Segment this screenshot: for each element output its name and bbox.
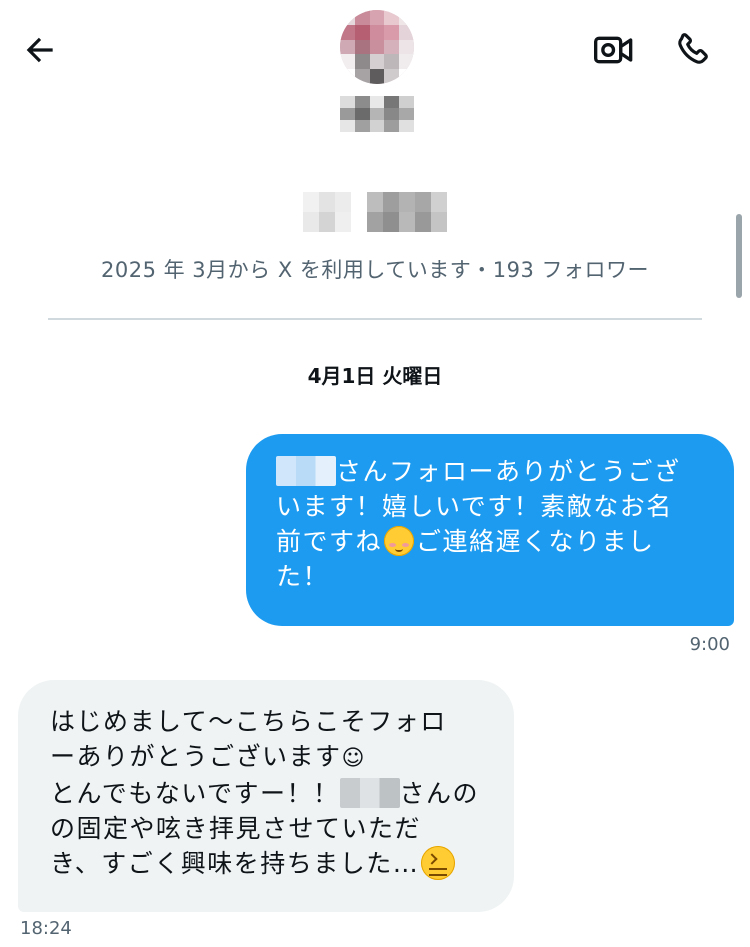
message-line: の固定や呟き拝見させていただ	[50, 814, 422, 843]
message-line: はじめまして～こちらこそフォロ	[50, 707, 447, 736]
message-line: 前ですね ご連絡遅くなりまし	[276, 526, 655, 556]
avatar[interactable]	[340, 10, 414, 84]
smiling-face-icon	[384, 526, 415, 556]
redacted-name	[339, 778, 400, 808]
message-line: とんでもないですー！！ さんの	[50, 778, 480, 808]
message-bubble-sent[interactable]: さんフォローありがとうござ います！嬉しいです！素敵なお名 前ですね ご連絡遅くな…	[246, 434, 734, 626]
conversation-header	[0, 0, 750, 140]
smiling-face-glyph: ☺	[341, 746, 366, 771]
message-line: さんフォローありがとうござ	[276, 454, 708, 489]
arrow-left-icon	[26, 37, 53, 63]
message-timestamp: 9:00	[689, 634, 730, 655]
video-camera-icon	[594, 36, 633, 64]
message-bubble-received[interactable]: はじめまして～こちらこそフォロ ーありがとうございます☺ とんでもないですー！！…	[18, 680, 514, 912]
message-line: います！嬉しいです！素敵なお名	[276, 492, 673, 521]
confounded-face-icon	[421, 846, 456, 880]
message-line: た！	[276, 562, 330, 591]
voice-call-button[interactable]	[668, 26, 716, 74]
back-button[interactable]	[16, 26, 64, 74]
message-line: ーありがとうございます☺	[50, 742, 366, 771]
display-name-redacted[interactable]	[340, 96, 414, 132]
message-timestamp: 18:24	[20, 918, 72, 939]
username-handle-redacted	[303, 192, 447, 232]
phone-icon	[678, 33, 708, 64]
scrollbar[interactable]	[736, 214, 742, 298]
divider	[48, 318, 702, 320]
redacted-name	[276, 456, 336, 486]
date-separator: 4月1日 火曜日	[307, 364, 443, 388]
profile-join-and-followers: 2025 年 3月から X を利用しています・193 フォロワー	[100, 258, 650, 282]
video-call-button[interactable]	[590, 26, 638, 74]
message-line: き、すごく興味を持ちました…	[50, 846, 494, 881]
